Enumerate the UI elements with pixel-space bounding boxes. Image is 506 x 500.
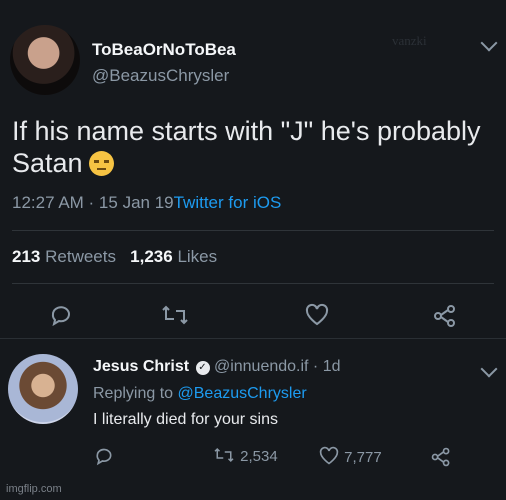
reply-display-name[interactable]: Jesus Christ [93,358,189,375]
author-avatar[interactable] [10,25,80,95]
retweets-count[interactable]: 213 [12,247,40,266]
tweet-text: If his name starts with "J" he's probabl… [12,115,502,179]
author-handle[interactable]: @BeazusChrysler [92,66,229,86]
chevron-down-icon[interactable] [480,360,498,378]
reply-icon[interactable] [94,446,114,471]
reply-retweet-action[interactable]: 2,534 [212,446,278,465]
tweet-body: If his name starts with "J" he's probabl… [12,116,481,178]
reply-header: Jesus Christ ✓ @innuendo.if · 1d [93,358,341,376]
tweet-meta: 12:27 AM · 15 Jan 19Twitter for iOS [12,193,281,213]
divider [0,338,506,339]
chevron-down-icon[interactable] [480,34,498,52]
tweet-stats: 213 Retweets 1,236 Likes [12,247,217,267]
share-icon[interactable] [432,303,458,335]
tweet-timestamp: 12:27 AM · 15 Jan 19 [12,193,174,212]
reply-like-count: 7,777 [344,449,382,466]
heart-icon[interactable] [304,303,330,333]
replying-to: Replying to @BeazusChrysler [93,385,307,403]
divider [12,230,494,231]
verified-badge-icon: ✓ [195,361,210,375]
reply-like-action[interactable]: 7,777 [318,446,382,466]
retweets-label[interactable]: Retweets [45,247,116,266]
imgflip-watermark: imgflip.com [6,483,62,495]
watermark-text: vanzki [392,33,427,48]
heart-icon [318,446,340,466]
likes-label[interactable]: Likes [177,247,217,266]
share-icon[interactable] [430,446,452,473]
author-display-name[interactable]: ToBeaOrNoToBea [92,40,236,60]
reply-retweet-count: 2,534 [240,448,278,465]
retweet-icon[interactable] [160,303,190,333]
divider [12,283,494,284]
reply-handle-time[interactable]: @innuendo.if · 1d [214,358,341,375]
unamused-face-emoji-icon [88,151,114,176]
reply-icon[interactable] [49,303,73,333]
replying-prefix: Replying to [93,385,174,402]
retweet-icon [212,447,236,465]
likes-count[interactable]: 1,236 [130,247,173,266]
replying-handle-link[interactable]: @BeazusChrysler [178,385,307,402]
reply-text: I literally died for your sins [93,411,278,428]
reply-author-avatar[interactable] [8,354,78,424]
tweet-client-link[interactable]: Twitter for iOS [174,193,282,212]
